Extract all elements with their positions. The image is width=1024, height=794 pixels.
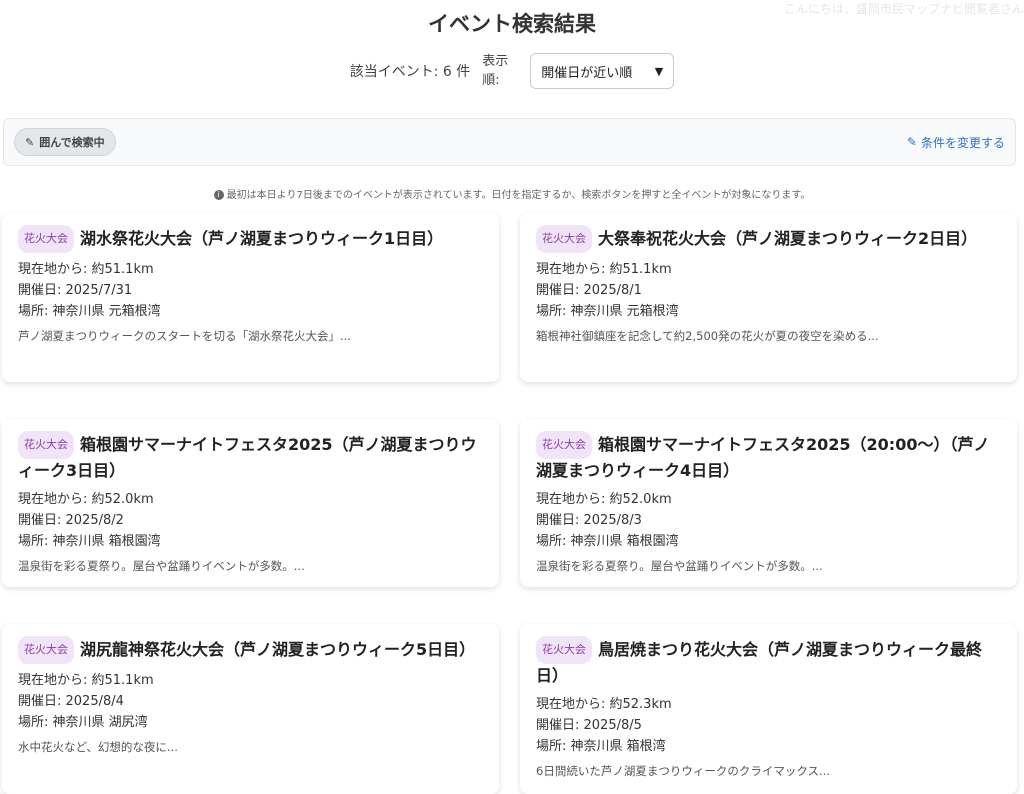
- event-description: 箱根神社御鎮座を記念して約2,500発の花火が夏の夜空を染める...: [536, 329, 879, 343]
- event-title: 花火大会 湖尻龍神祭花火大会（芦ノ湖夏まつりウィーク5日目）: [18, 636, 483, 664]
- event-date: 開催日: 2025/8/1: [536, 283, 642, 298]
- event-description: 温泉街を彩る夏祭り。屋台や盆踊りイベントが多数。...: [536, 559, 823, 573]
- category-tag: 花火大会: [18, 225, 74, 253]
- event-place: 場所: 神奈川県 箱根園湾: [536, 534, 679, 549]
- event-description: 水中花火など、幻想的な夜に...: [18, 740, 178, 754]
- event-title-text: 湖尻龍神祭花火大会（芦ノ湖夏まつりウィーク5日目）: [80, 640, 476, 659]
- category-tag: 花火大会: [536, 225, 592, 253]
- category-tag: 花火大会: [18, 431, 74, 459]
- sort-label: 表示順:: [482, 54, 509, 88]
- event-place: 場所: 神奈川県 湖尻湾: [18, 715, 148, 730]
- event-place: 場所: 神奈川県 元箱根湾: [536, 304, 679, 319]
- event-distance: 現在地から: 約52.0km: [18, 492, 154, 507]
- category-tag: 花火大会: [536, 431, 592, 459]
- event-card[interactable]: 花火大会 大祭奉祝花火大会（芦ノ湖夏まつりウィーク2日目） 現在地から: 約51.…: [520, 213, 1017, 382]
- chevron-down-icon: ▼: [654, 64, 664, 78]
- event-distance: 現在地から: 約51.1km: [536, 262, 672, 277]
- event-place: 場所: 神奈川県 箱根湾: [536, 739, 666, 754]
- event-title: 花火大会 鳥居焼まつり花火大会（芦ノ湖夏まつりウィーク最終日）: [536, 636, 1001, 688]
- event-date: 開催日: 2025/8/2: [18, 513, 124, 528]
- event-date: 開催日: 2025/8/5: [536, 718, 642, 733]
- greeting-text: こんにちは、盛岡市民マップナビ閲覧者さん: [783, 2, 1024, 16]
- event-distance: 現在地から: 約52.3km: [536, 697, 672, 712]
- pencil-icon: ✎: [25, 135, 35, 149]
- search-mode-chip[interactable]: ✎ 囲んで検索中: [14, 128, 116, 156]
- event-distance: 現在地から: 約51.1km: [18, 673, 154, 688]
- filter-bar: ✎ 囲んで検索中 ✎ 条件を変更する: [3, 118, 1016, 166]
- event-description: 温泉街を彩る夏祭り。屋台や盆踊りイベントが多数。...: [18, 559, 305, 573]
- event-title: 花火大会 湖水祭花火大会（芦ノ湖夏まつりウィーク1日目）: [18, 225, 483, 253]
- event-place: 場所: 神奈川県 箱根園湾: [18, 534, 161, 549]
- category-tag: 花火大会: [18, 636, 74, 664]
- event-card[interactable]: 花火大会 鳥居焼まつり花火大会（芦ノ湖夏まつりウィーク最終日） 現在地から: 約5…: [520, 624, 1017, 794]
- search-mode-label: 囲んで検索中: [39, 136, 105, 149]
- edit-icon: ✎: [906, 135, 917, 149]
- event-card[interactable]: 花火大会 箱根園サマーナイトフェスタ2025（芦ノ湖夏まつりウィーク3日目） 現在…: [2, 419, 499, 587]
- change-conditions-link[interactable]: ✎ 条件を変更する: [907, 134, 1005, 151]
- event-title: 花火大会 箱根園サマーナイトフェスタ2025（20:00～）（芦ノ湖夏まつりウィー…: [536, 431, 1001, 483]
- change-conditions-label: 条件を変更する: [920, 135, 1005, 150]
- sort-select[interactable]: 開催日が近い順 ▼: [530, 53, 675, 89]
- event-card[interactable]: 花火大会 湖尻龍神祭花火大会（芦ノ湖夏まつりウィーク5日目） 現在地から: 約51…: [2, 624, 499, 794]
- event-date: 開催日: 2025/8/3: [536, 513, 642, 528]
- event-description: 6日間続いた芦ノ湖夏まつりウィークのクライマックス...: [536, 764, 830, 778]
- info-note-text: 最初は本日より7日後までのイベントが表示されています。日付を指定するか、検索ボタ…: [226, 190, 811, 201]
- sort-selected-value: 開催日が近い順: [541, 65, 633, 81]
- event-place: 場所: 神奈川県 元箱根湾: [18, 304, 161, 319]
- event-title: 花火大会 大祭奉祝花火大会（芦ノ湖夏まつりウィーク2日目）: [536, 225, 1001, 253]
- info-note: i 最初は本日より7日後までのイベントが表示されています。日付を指定するか、検索ボ…: [0, 186, 1024, 202]
- event-date: 開催日: 2025/7/31: [18, 283, 133, 298]
- event-distance: 現在地から: 約52.0km: [536, 492, 672, 507]
- event-date: 開催日: 2025/8/4: [18, 694, 124, 709]
- event-title-text: 大祭奉祝花火大会（芦ノ湖夏まつりウィーク2日目）: [598, 229, 978, 248]
- event-distance: 現在地から: 約51.1km: [18, 262, 154, 277]
- event-title-text: 箱根園サマーナイトフェスタ2025（20:00～）（芦ノ湖夏まつりウィーク4日目…: [536, 435, 990, 480]
- event-title-text: 湖水祭花火大会（芦ノ湖夏まつりウィーク1日目）: [80, 229, 444, 248]
- result-count: 該当イベント: 6 件: [349, 64, 471, 80]
- event-card[interactable]: 花火大会 箱根園サマーナイトフェスタ2025（20:00～）（芦ノ湖夏まつりウィー…: [520, 419, 1017, 587]
- event-card[interactable]: 花火大会 湖水祭花火大会（芦ノ湖夏まつりウィーク1日目） 現在地から: 約51.1…: [2, 213, 499, 382]
- category-tag: 花火大会: [536, 636, 592, 664]
- event-description: 芦ノ湖夏まつりウィークのスタートを切る「湖水祭花火大会」...: [18, 329, 351, 343]
- event-title-text: 鳥居焼まつり花火大会（芦ノ湖夏まつりウィーク最終日）: [536, 640, 983, 685]
- sort-row: 該当イベント: 6 件 表示順: 開催日が近い順 ▼: [0, 48, 1024, 94]
- info-icon: i: [213, 190, 224, 200]
- event-title-text: 箱根園サマーナイトフェスタ2025（芦ノ湖夏まつりウィーク3日目）: [18, 435, 477, 480]
- event-title: 花火大会 箱根園サマーナイトフェスタ2025（芦ノ湖夏まつりウィーク3日目）: [18, 431, 483, 483]
